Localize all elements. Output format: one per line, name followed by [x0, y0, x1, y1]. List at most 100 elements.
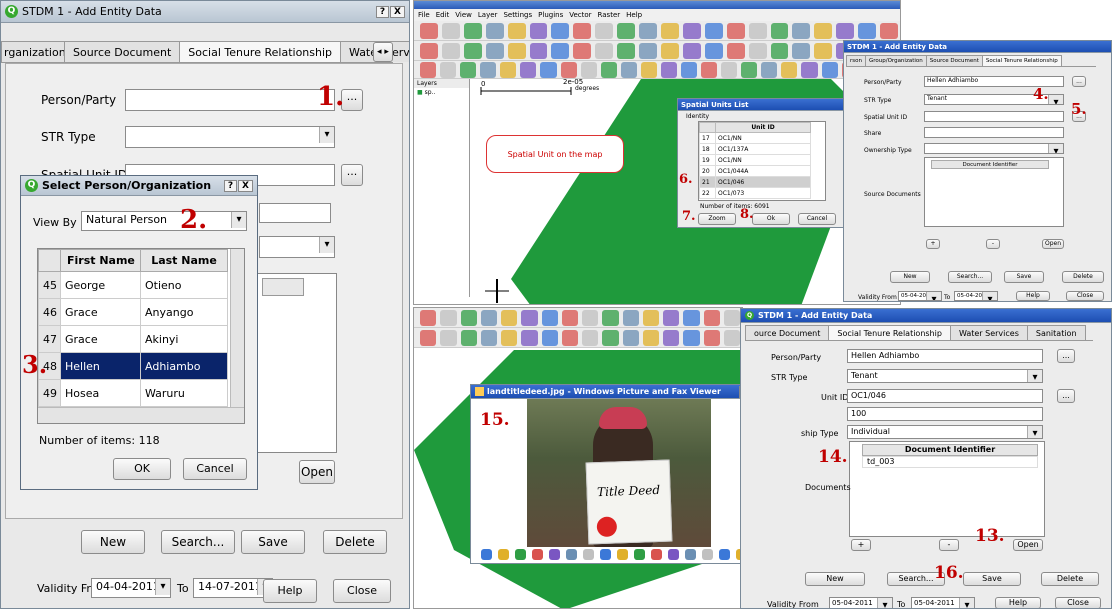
toolbar-tool-icon[interactable]	[642, 309, 659, 326]
person-grid-hscrollbar[interactable]	[38, 407, 244, 423]
toolbar-tool-icon[interactable]	[703, 329, 720, 346]
toolbar-tool-icon[interactable]	[704, 22, 723, 39]
toolbar-tool-icon[interactable]	[640, 61, 657, 78]
zoom-button[interactable]: Zoom	[698, 213, 736, 225]
toolbar-tool-icon[interactable]	[501, 309, 518, 326]
toolbar-tool-icon[interactable]	[441, 42, 460, 59]
column-last-name[interactable]: Last Name	[140, 249, 228, 272]
toolbar-tool-icon[interactable]	[622, 309, 639, 326]
toolbar-tool-icon[interactable]	[726, 42, 745, 59]
save-button[interactable]: Save	[241, 530, 305, 554]
menu-item[interactable]: Layer	[478, 9, 498, 21]
toolbar-tool-icon[interactable]	[507, 22, 526, 39]
toolbar-tool-icon[interactable]	[642, 329, 659, 346]
toolbar-tool-icon[interactable]	[420, 42, 438, 59]
toolbar-tool-icon[interactable]	[420, 22, 438, 39]
toolbar-tool-icon[interactable]	[761, 61, 778, 78]
bottom-new-button[interactable]: New	[805, 572, 865, 586]
viewer-tool-icon[interactable]	[668, 548, 679, 560]
toolbar-tool-icon[interactable]	[620, 61, 637, 78]
toolbar-tool-icon[interactable]	[701, 61, 718, 78]
spatial-ok-button[interactable]: Ok	[752, 213, 790, 225]
bottom-person-field[interactable]: Hellen Adhiambo	[847, 349, 1043, 363]
toolbar-tool-icon[interactable]	[721, 61, 738, 78]
share-field[interactable]	[259, 203, 331, 223]
small-open-button[interactable]: Open	[1042, 239, 1064, 249]
small-delete-button[interactable]: Delete	[1062, 271, 1104, 283]
open-button[interactable]: Open	[299, 460, 335, 484]
toolbar-tool-icon[interactable]	[582, 329, 599, 346]
toolbar-tool-icon[interactable]	[681, 61, 698, 78]
tab-social-tenure-b[interactable]: Social Tenure Relationship	[828, 325, 951, 340]
toolbar-tool-icon[interactable]	[540, 61, 557, 78]
person-row[interactable]: 49 Hosea Waruru	[38, 379, 228, 407]
toolbar-tool-icon[interactable]	[582, 309, 599, 326]
toolbar-tool-icon[interactable]	[460, 309, 477, 326]
viewer-tool-icon[interactable]	[532, 548, 543, 560]
toolbar-tool-icon[interactable]	[602, 309, 619, 326]
toolbar-tool-icon[interactable]	[460, 329, 477, 346]
toolbar-tool-icon[interactable]	[660, 22, 679, 39]
toolbar-tool-icon[interactable]	[541, 309, 558, 326]
toolbar-tool-icon[interactable]	[529, 42, 548, 59]
tab-organization[interactable]: rganization	[1, 41, 66, 62]
tab-scroll-button[interactable]: ◂ ▸	[373, 42, 393, 62]
tab-source[interactable]: Source Document	[925, 55, 983, 66]
tab-source-document[interactable]: Source Document	[64, 41, 181, 62]
toolbar-tool-icon[interactable]	[485, 42, 504, 59]
tab-source-document-b[interactable]: ource Document	[745, 325, 830, 340]
close-title-button[interactable]: X	[390, 5, 405, 18]
toolbar-tool-icon[interactable]	[573, 42, 592, 59]
toolbar-tool-icon[interactable]	[595, 42, 614, 59]
toolbar-tool-icon[interactable]	[814, 22, 833, 39]
unit-row[interactable]: 21 OC1/046	[699, 176, 811, 188]
small-close-button[interactable]: Close	[1066, 291, 1104, 301]
tab-person[interactable]: rson	[846, 55, 866, 66]
viewer-tool-icon[interactable]	[600, 548, 611, 560]
person-row[interactable]: 47 Grace Akinyi	[38, 325, 228, 353]
unit-row[interactable]: 19 OC1/NN	[699, 154, 811, 166]
toolbar-tool-icon[interactable]	[741, 61, 758, 78]
small-share-field[interactable]	[924, 127, 1064, 138]
person-row[interactable]: 46 Grace Anyango	[38, 298, 228, 326]
tab-social-tenure[interactable]: Social Tenure Relationship	[179, 41, 342, 62]
tab-group[interactable]: Group/Organization	[864, 55, 927, 66]
small-search-button[interactable]: Search...	[948, 271, 992, 283]
toolbar-tool-icon[interactable]	[561, 329, 578, 346]
toolbar-tool-icon[interactable]	[460, 61, 477, 78]
close-title-button[interactable]: X	[238, 179, 253, 192]
column-unit-id[interactable]: Unit ID	[715, 122, 811, 133]
close-button[interactable]: Close	[333, 579, 391, 603]
menu-item[interactable]: View	[455, 9, 472, 21]
tab-sanitation-b[interactable]: Sanitation	[1026, 325, 1086, 340]
viewer-tool-icon[interactable]	[566, 548, 577, 560]
toolbar-tool-icon[interactable]	[663, 329, 680, 346]
unit-row[interactable]: 20 OC1/044A	[699, 165, 811, 177]
tab-str[interactable]: Social Tenure Relationship	[981, 55, 1062, 66]
small-date-from[interactable]: 05-04-2011	[898, 291, 942, 301]
toolbar-tool-icon[interactable]	[814, 42, 833, 59]
toolbar-tool-icon[interactable]	[622, 329, 639, 346]
small-ownership-select[interactable]	[924, 143, 1064, 154]
viewer-tool-icon[interactable]	[515, 548, 526, 560]
small-new-button[interactable]: New	[890, 271, 930, 283]
bottom-save-button[interactable]: Save	[963, 572, 1021, 586]
viewer-tool-icon[interactable]	[481, 548, 492, 560]
viewer-tool-icon[interactable]	[651, 548, 662, 560]
toolbar-tool-icon[interactable]	[617, 42, 636, 59]
toolbar-tool-icon[interactable]	[560, 61, 577, 78]
help-title-button[interactable]: ?	[375, 5, 390, 18]
toolbar-tool-icon[interactable]	[480, 61, 497, 78]
layer-item[interactable]: ■ sp..	[414, 88, 469, 97]
bottom-person-browse[interactable]: ...	[1057, 349, 1075, 363]
small-save-button[interactable]: Save	[1004, 271, 1044, 283]
bottom-remove-doc-button[interactable]: -	[939, 539, 959, 551]
toolbar-tool-icon[interactable]	[792, 42, 811, 59]
toolbar-tool-icon[interactable]	[440, 329, 457, 346]
viewer-tool-icon[interactable]	[583, 548, 594, 560]
person-row[interactable]: 48 Hellen Adhiambo	[38, 352, 228, 380]
spatial-unit-browse-button[interactable]: ...	[341, 164, 363, 186]
bottom-date-from[interactable]: 05-04-2011	[829, 597, 893, 608]
toolbar-tool-icon[interactable]	[723, 309, 740, 326]
bottom-add-doc-button[interactable]: +	[851, 539, 871, 551]
